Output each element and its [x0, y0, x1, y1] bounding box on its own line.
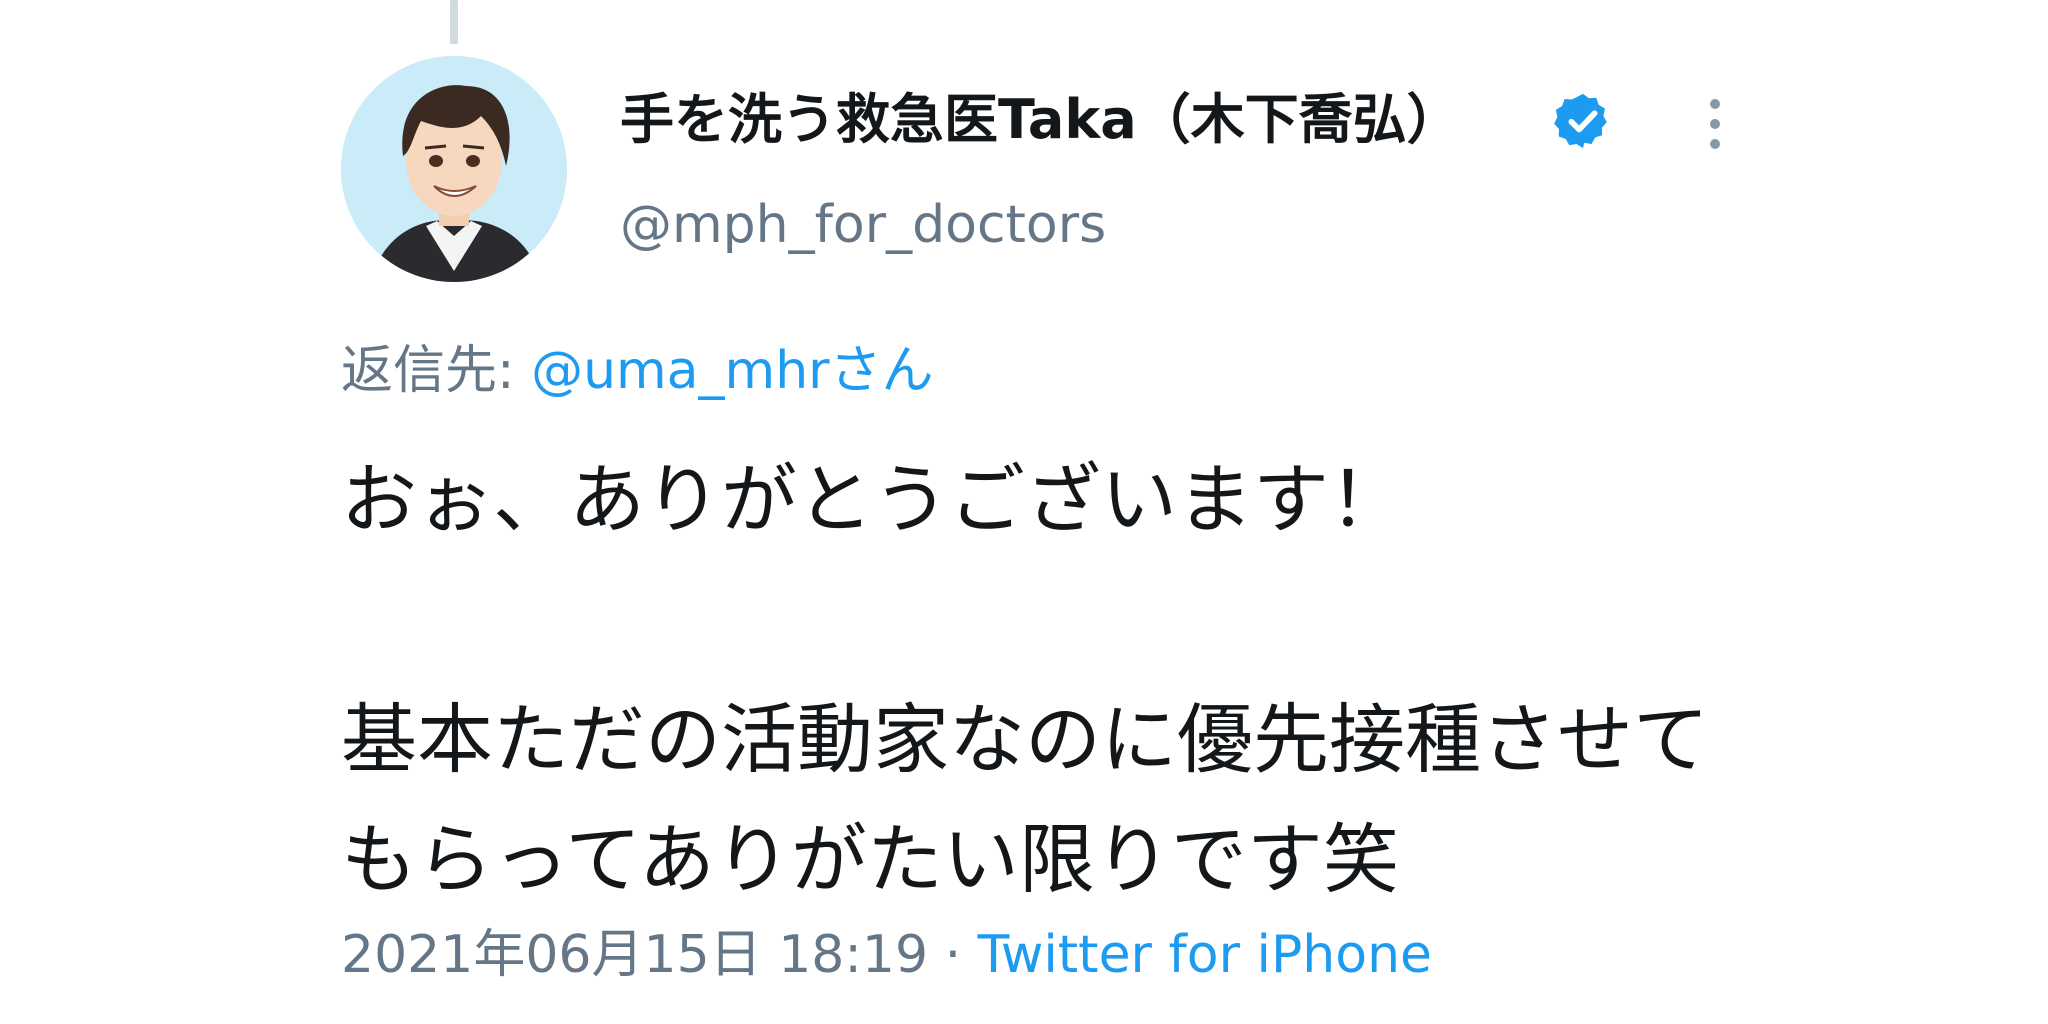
author-display-name[interactable]: 手を洗う救急医Taka（木下喬弘） — [620, 88, 1461, 152]
verified-badge-icon — [1554, 93, 1607, 149]
tweet-meta: 2021年06月15日 18:19 · Twitter for iPhone — [341, 924, 1432, 986]
tweet-text: おぉ、ありがとうございます！ 基本ただの活動家なのに優先接種させてもらってありが… — [341, 455, 1709, 904]
reply-label: 返信先: — [341, 341, 532, 401]
tweet-source-link[interactable]: Twitter for iPhone — [978, 925, 1432, 985]
tweet-timestamp[interactable]: 2021年06月15日 18:19 — [341, 925, 928, 985]
avatar[interactable] — [341, 56, 567, 282]
meta-separator: · — [928, 925, 978, 985]
thread-connector-line — [450, 0, 458, 44]
reply-mention-link[interactable]: @uma_mhrさん — [531, 341, 933, 401]
more-options-icon[interactable] — [1700, 94, 1730, 154]
reply-context: 返信先: @uma_mhrさん — [341, 340, 934, 402]
author-handle[interactable]: @mph_for_doctors — [620, 194, 1106, 256]
cartoon-doctor-avatar-icon — [341, 56, 567, 282]
